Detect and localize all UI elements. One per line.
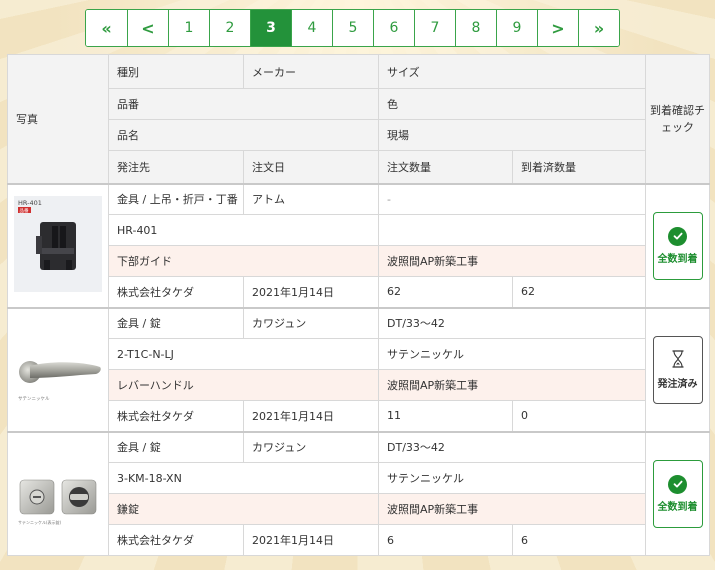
- check-cell: 全数到着: [645, 430, 711, 556]
- table-row: サテンニッケル 金具 / 錠 カワジュン DT/33〜42 発注済み: [7, 306, 711, 432]
- product-image-sickle-lock: サテンニッケル(表示錠): [14, 444, 102, 543]
- page-2-button[interactable]: 2: [209, 10, 250, 46]
- cell-maker: カワジュン: [243, 306, 379, 339]
- hourglass-icon: [671, 349, 685, 371]
- cell-arrived-qty: 0: [511, 400, 647, 432]
- cell-order-date: 2021年1月14日: [243, 400, 379, 432]
- table-header: 写真 種別 メーカー サイズ 到着確認チェック 品番 色 品名 現場 発注先 注…: [7, 54, 711, 184]
- cell-arrived-qty: 6: [511, 524, 647, 556]
- header-site: 現場: [377, 119, 647, 151]
- prev-page-button[interactable]: <: [127, 10, 168, 46]
- header-supplier: 発注先: [108, 150, 244, 184]
- product-photo: サテンニッケル(表示錠): [7, 430, 109, 556]
- status-label: 全数到着: [657, 253, 698, 265]
- header-maker: メーカー: [243, 54, 379, 89]
- cell-part-no: 3-KM-18-XN: [108, 462, 379, 494]
- cell-order-date: 2021年1月14日: [243, 276, 379, 308]
- header-name: 品名: [108, 119, 379, 151]
- order-table: 写真 種別 メーカー サイズ 到着確認チェック 品番 色 品名 現場 発注先 注…: [7, 54, 711, 556]
- table-row: 株式会社タケダ 2021年1月14日 62 62: [8, 276, 710, 308]
- header-size: サイズ: [377, 54, 647, 89]
- cell-type: 金具 / 錠: [108, 430, 244, 463]
- header-check: 到着確認チェック: [645, 54, 711, 184]
- cell-name: 下部ガイド: [108, 245, 379, 277]
- cell-part-no: 2-T1C-N-LJ: [108, 338, 379, 370]
- cell-part-no: HR-401: [108, 214, 379, 246]
- cell-size: -: [377, 182, 647, 215]
- header-color: 色: [377, 88, 647, 120]
- page-6-button[interactable]: 6: [373, 10, 414, 46]
- status-label: 発注済み: [657, 378, 698, 390]
- page-7-button[interactable]: 7: [414, 10, 455, 46]
- cell-color: [377, 214, 647, 246]
- arrival-status-button[interactable]: 発注済み: [652, 335, 703, 404]
- photo-label: HR-401: [18, 199, 42, 207]
- product-photo: HR-401 品番: [7, 182, 109, 308]
- cell-maker: アトム: [243, 182, 379, 215]
- cell-supplier: 株式会社タケダ: [108, 524, 244, 556]
- table-row: サテンニッケル(表示錠) 金具 / 錠 カワジュン DT/33〜42 全数到着: [7, 430, 711, 556]
- first-page-button[interactable]: «: [86, 10, 127, 46]
- last-page-button[interactable]: »: [578, 10, 619, 46]
- page-8-button[interactable]: 8: [455, 10, 496, 46]
- table-row: 下部ガイド 波照間AP新築工事: [8, 245, 710, 277]
- header-arrived-qty: 到着済数量: [511, 150, 647, 184]
- table-row: 株式会社タケダ 2021年1月14日 6 6: [8, 524, 710, 556]
- page-4-button[interactable]: 4: [291, 10, 332, 46]
- table-row: HR-401: [8, 214, 710, 246]
- next-page-button[interactable]: >: [537, 10, 578, 46]
- cell-color: サテンニッケル: [377, 338, 647, 370]
- cell-name: 鎌錠: [108, 493, 379, 525]
- cell-site: 波照間AP新築工事: [377, 245, 647, 277]
- arrival-status-button[interactable]: 全数到着: [652, 459, 703, 528]
- page-1-button[interactable]: 1: [168, 10, 209, 46]
- table-row: 鎌錠 波照間AP新築工事: [8, 493, 710, 525]
- cell-order-qty: 62: [378, 276, 513, 308]
- cell-name: レバーハンドル: [108, 369, 379, 401]
- header-order-qty: 注文数量: [378, 150, 513, 184]
- cell-supplier: 株式会社タケダ: [108, 276, 244, 308]
- table-row: 3-KM-18-XN サテンニッケル: [8, 462, 710, 494]
- table-row: 株式会社タケダ 2021年1月14日 11 0: [8, 400, 710, 432]
- cell-maker: カワジュン: [243, 430, 379, 463]
- arrival-status-button[interactable]: 全数到着: [652, 211, 703, 280]
- cell-type: 金具 / 錠: [108, 306, 244, 339]
- cell-type: 金具 / 上吊・折戸・丁番: [108, 182, 244, 215]
- page-9-button[interactable]: 9: [496, 10, 537, 46]
- photo-label: サテンニッケル(表示錠): [18, 519, 62, 525]
- check-cell: 全数到着: [645, 182, 711, 308]
- cell-size: DT/33〜42: [377, 430, 647, 463]
- photo-badge: 品番: [20, 207, 29, 214]
- table-row: HR-401 品番 金具 / 上吊・折戸・丁番 アトム - 全数到着: [7, 182, 711, 308]
- check-cell: 発注済み: [645, 306, 711, 432]
- photo-label: サテンニッケル: [18, 395, 50, 402]
- cell-size: DT/33〜42: [377, 306, 647, 339]
- page-3-button-current[interactable]: 3: [250, 10, 291, 46]
- cell-arrived-qty: 62: [511, 276, 647, 308]
- table-row: 2-T1C-N-LJ サテンニッケル: [8, 338, 710, 370]
- page-5-button[interactable]: 5: [332, 10, 373, 46]
- cell-order-date: 2021年1月14日: [243, 524, 379, 556]
- product-image-lever-handle: サテンニッケル: [14, 320, 102, 419]
- cell-order-qty: 6: [378, 524, 513, 556]
- status-label: 全数到着: [657, 501, 698, 513]
- check-circle-icon: [668, 226, 688, 246]
- header-order-date: 注文日: [243, 150, 379, 184]
- check-circle-icon: [668, 474, 688, 494]
- header-photo: 写真: [7, 54, 109, 184]
- cell-color: サテンニッケル: [377, 462, 647, 494]
- header-type: 種別: [108, 54, 244, 89]
- header-part-no: 品番: [108, 88, 379, 120]
- cell-supplier: 株式会社タケダ: [108, 400, 244, 432]
- pagination: « < 1 2 3 4 5 6 7 8 9 > »: [85, 9, 620, 47]
- cell-order-qty: 11: [378, 400, 513, 432]
- cell-site: 波照間AP新築工事: [377, 369, 647, 401]
- cell-site: 波照間AP新築工事: [377, 493, 647, 525]
- product-image-hr401: HR-401 品番: [14, 196, 102, 295]
- table-row: レバーハンドル 波照間AP新築工事: [8, 369, 710, 401]
- product-photo: サテンニッケル: [7, 306, 109, 432]
